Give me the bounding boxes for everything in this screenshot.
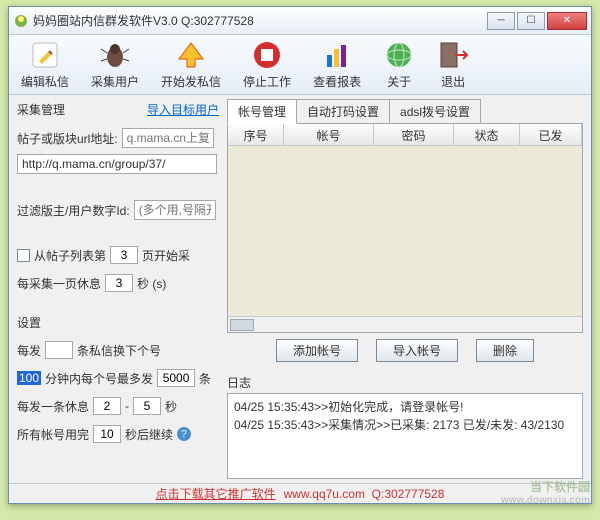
min-suffix: 条: [199, 370, 211, 387]
collect-rest-input[interactable]: [105, 274, 133, 292]
watermark-sub: www.downxia.com: [501, 495, 590, 506]
tab-account[interactable]: 帐号管理: [227, 99, 297, 124]
toolbar-exit[interactable]: 退出: [433, 37, 473, 92]
filter-input[interactable]: [134, 200, 216, 220]
collect-rest-suffix: 秒 (s): [137, 275, 166, 292]
from-page-row: 从帖子列表第 页开始采: [17, 246, 219, 264]
log-line: 04/25 15:35:43>>初始化完成，请登录帐号!: [234, 398, 576, 416]
rest-row: 每发一条休息 - 秒: [17, 397, 219, 415]
th-index[interactable]: 序号: [228, 124, 284, 145]
bug-icon: [99, 39, 131, 71]
titlebar: 妈妈圈站内信群发软件V3.0 Q:302777528 ─ ☐ ✕: [9, 7, 591, 35]
from-page-checkbox[interactable]: [17, 249, 30, 262]
per-send-row: 每发 条私信换下个号: [17, 341, 219, 359]
allacct-input[interactable]: [93, 425, 121, 443]
footer-qq: Q:302777528: [372, 487, 445, 501]
collect-rest-prefix: 每采集一页休息: [17, 275, 101, 292]
toolbar-stop[interactable]: 停止工作: [239, 37, 295, 92]
settings-title: 设置: [17, 314, 219, 331]
right-panel: 帐号管理 自动打码设置 adsl拨号设置 序号 帐号 密码 状态 已发 添加帐号…: [227, 95, 591, 483]
url-label: 帖子或版块url地址:: [17, 130, 118, 147]
allacct-suffix: 秒后继续: [125, 426, 173, 443]
scroll-thumb[interactable]: [230, 319, 254, 331]
globe-icon: [383, 39, 415, 71]
filter-row: 过滤版主/用户数字Id:: [17, 200, 219, 220]
toolbar-collect-user[interactable]: 采集用户: [87, 37, 143, 92]
log-section: 日志 04/25 15:35:43>>初始化完成，请登录帐号! 04/25 15…: [227, 372, 583, 479]
rest-suffix: 秒: [165, 398, 177, 415]
app-icon: [13, 13, 29, 29]
th-status[interactable]: 状态: [454, 124, 520, 145]
app-window: 妈妈圈站内信群发软件V3.0 Q:302777528 ─ ☐ ✕ 编辑私信 采集…: [8, 6, 592, 504]
add-account-button[interactable]: 添加帐号: [276, 339, 358, 362]
min-prefix: 分钟内每个号最多发: [45, 370, 153, 387]
url-input[interactable]: [17, 154, 217, 174]
tabs: 帐号管理 自动打码设置 adsl拨号设置: [227, 99, 583, 124]
log-line: 04/25 15:35:43>>采集情况>>已采集: 2173 已发/未发: 4…: [234, 416, 576, 434]
url-row: 帖子或版块url地址:: [17, 128, 219, 148]
close-button[interactable]: ✕: [547, 12, 587, 30]
exit-icon: [437, 39, 469, 71]
pencil-icon: [29, 39, 61, 71]
log-label: 日志: [227, 372, 583, 393]
stop-icon: [251, 39, 283, 71]
toolbar: 编辑私信 采集用户 开始发私信 停止工作 查看报表 关于 退出: [9, 35, 591, 95]
from-page-prefix: 从帖子列表第: [34, 247, 106, 264]
min-row: 100 分钟内每个号最多发 条: [17, 369, 219, 387]
from-page-suffix: 页开始采: [142, 247, 190, 264]
log-box: 04/25 15:35:43>>初始化完成，请登录帐号! 04/25 15:35…: [227, 393, 583, 479]
toolbar-start-send[interactable]: 开始发私信: [157, 37, 225, 92]
per-send-suffix: 条私信换下个号: [77, 342, 161, 359]
window-title: 妈妈圈站内信群发软件V3.0 Q:302777528: [33, 12, 485, 29]
table-body: [228, 146, 582, 316]
toolbar-edit-msg[interactable]: 编辑私信: [17, 37, 73, 92]
send-icon: [175, 39, 207, 71]
table-head: 序号 帐号 密码 状态 已发: [228, 124, 582, 146]
content: 采集管理 导入目标用户 帖子或版块url地址: 过滤版主/用户数字Id: 从帖子…: [9, 95, 591, 483]
delete-button[interactable]: 删除: [476, 339, 534, 362]
rest-from-input[interactable]: [93, 397, 121, 415]
min-input[interactable]: [157, 369, 195, 387]
collect-rest-row: 每采集一页休息 秒 (s): [17, 274, 219, 292]
from-page-input[interactable]: [110, 246, 138, 264]
footer-link[interactable]: 点击下载其它推广软件: [156, 485, 276, 502]
tab-body: 序号 帐号 密码 状态 已发: [227, 123, 583, 333]
footer-site: www.qq7u.com: [284, 487, 365, 501]
rest-to-input[interactable]: [133, 397, 161, 415]
watermark: 当下软件园 www.downxia.com: [501, 478, 590, 506]
collect-title: 采集管理: [17, 101, 65, 118]
rest-dash: -: [125, 399, 129, 413]
url-hint-input[interactable]: [122, 128, 214, 148]
import-target-link[interactable]: 导入目标用户: [147, 101, 219, 118]
watermark-main: 当下软件园: [501, 478, 590, 495]
rest-prefix: 每发一条休息: [17, 398, 89, 415]
chart-icon: [321, 39, 353, 71]
toolbar-report[interactable]: 查看报表: [309, 37, 365, 92]
tab-adsl[interactable]: adsl拨号设置: [389, 99, 481, 124]
min-hl: 100: [17, 371, 41, 385]
collect-header: 采集管理 导入目标用户: [17, 101, 219, 118]
per-send-prefix: 每发: [17, 342, 41, 359]
toolbar-about[interactable]: 关于: [379, 37, 419, 92]
th-sent[interactable]: 已发: [520, 124, 582, 145]
allacct-prefix: 所有帐号用完: [17, 426, 89, 443]
th-password[interactable]: 密码: [374, 124, 454, 145]
filter-label: 过滤版主/用户数字Id:: [17, 202, 130, 219]
left-panel: 采集管理 导入目标用户 帖子或版块url地址: 过滤版主/用户数字Id: 从帖子…: [9, 95, 227, 483]
window-buttons: ─ ☐ ✕: [485, 12, 587, 30]
allacct-row: 所有帐号用完 秒后继续 ?: [17, 425, 219, 443]
import-account-button[interactable]: 导入帐号: [376, 339, 458, 362]
per-send-input[interactable]: [45, 341, 73, 359]
tab-autocode[interactable]: 自动打码设置: [296, 99, 390, 124]
help-icon[interactable]: ?: [177, 427, 191, 441]
scrollbar-x[interactable]: [228, 316, 582, 332]
minimize-button[interactable]: ─: [487, 12, 515, 30]
maximize-button[interactable]: ☐: [517, 12, 545, 30]
account-buttons: 添加帐号 导入帐号 删除: [227, 333, 583, 368]
th-account[interactable]: 帐号: [284, 124, 374, 145]
